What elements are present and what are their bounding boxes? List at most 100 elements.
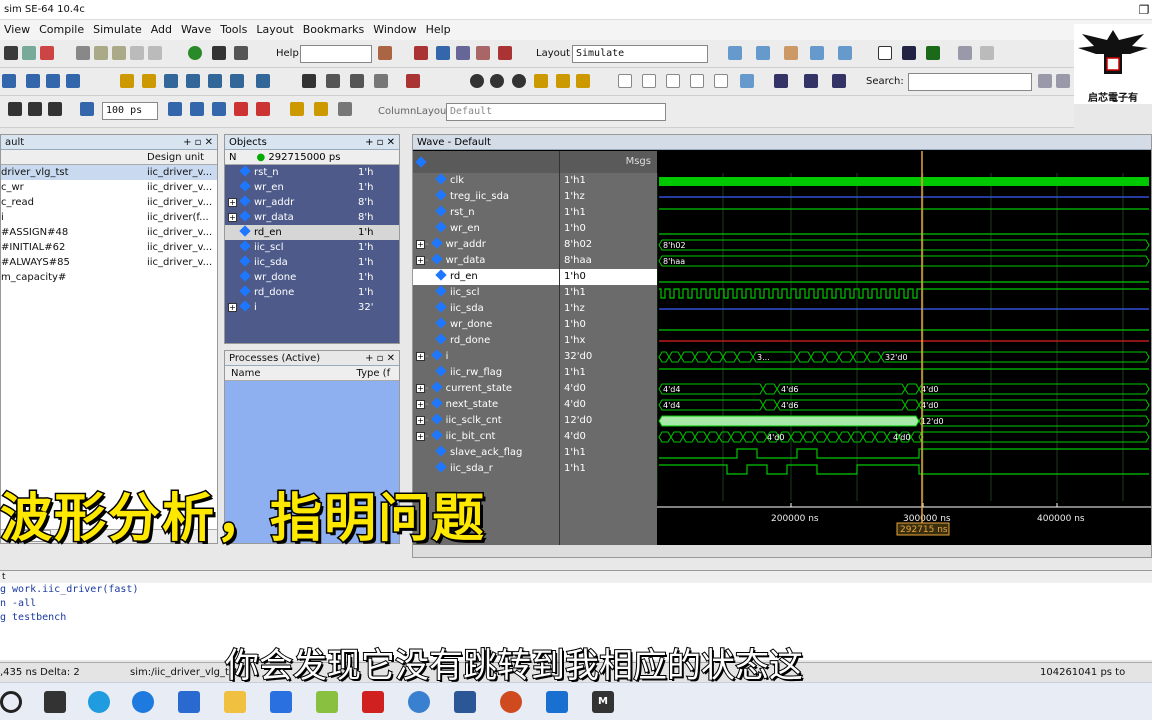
wave-signal-row[interactable]: rst_n [413, 205, 559, 221]
memory-icon[interactable] [290, 102, 304, 116]
object-row[interactable]: rd_en 1'h [225, 225, 399, 240]
word-icon[interactable] [454, 691, 476, 713]
app-photos-icon[interactable] [546, 691, 568, 713]
search-taskbar-icon[interactable] [0, 691, 22, 713]
expand-icon[interactable]: + [416, 240, 425, 249]
edge-find-icon[interactable] [832, 74, 846, 88]
up-icon[interactable] [2, 74, 16, 88]
up-arrow-icon[interactable] [8, 102, 22, 116]
design-unit-column[interactable]: Design unit [147, 152, 204, 163]
paste-icon[interactable] [112, 46, 126, 60]
step-into-icon[interactable] [120, 74, 134, 88]
undo-icon[interactable] [130, 46, 144, 60]
processes-name-column[interactable]: Name [231, 368, 261, 379]
wave-signal-row[interactable]: +- wr_addr [413, 237, 559, 253]
expand-icon[interactable]: + [228, 303, 237, 312]
wave-signal-row[interactable]: iic_scl [413, 285, 559, 301]
wave-signal-row[interactable]: rd_en [413, 269, 559, 285]
restore-icon[interactable]: ❐ [1136, 2, 1152, 18]
zoom-in-icon[interactable] [470, 74, 484, 88]
run-all-icon[interactable] [168, 102, 182, 116]
wave-signal-row[interactable]: treg_iic_sda [413, 189, 559, 205]
format-icon-3[interactable] [666, 74, 680, 88]
hier-icon-2[interactable] [46, 74, 60, 88]
expand-icon[interactable]: + [416, 416, 425, 425]
menu-item[interactable]: Compile [39, 20, 84, 40]
search-input[interactable] [908, 73, 1032, 91]
zoom-mode-icon[interactable] [326, 74, 340, 88]
cut-icon[interactable] [76, 46, 90, 60]
wave-signal-row[interactable]: +- next_state [413, 397, 559, 413]
wave-signal-row[interactable]: slave_ack_flag [413, 445, 559, 461]
reload-icon[interactable] [40, 46, 54, 60]
stop-sim-icon[interactable] [234, 102, 248, 116]
wave-signal-row[interactable]: +- current_state [413, 381, 559, 397]
mail-icon[interactable] [178, 691, 200, 713]
object-row[interactable]: wr_en 1'h [225, 180, 399, 195]
powerpoint-icon[interactable] [500, 691, 522, 713]
objects-controls-icon[interactable]: + ▫ ✕ [365, 135, 399, 150]
menu-item[interactable]: Add [151, 20, 172, 40]
sim-tree-row[interactable]: i iic_driver(f... [1, 210, 217, 225]
green-tool-icon[interactable] [926, 46, 940, 60]
wave-signal-row[interactable]: +- wr_data [413, 253, 559, 269]
wave-signal-row[interactable]: +- iic_bit_cnt [413, 429, 559, 445]
object-row[interactable]: iic_scl 1'h [225, 240, 399, 255]
panel-controls-icon[interactable]: + ▫ ✕ [183, 135, 217, 150]
edge-next-icon[interactable] [804, 74, 818, 88]
zoom-cursor-icon[interactable] [534, 74, 548, 88]
object-row[interactable]: rst_n 1'h [225, 165, 399, 180]
edge-prev-icon[interactable] [774, 74, 788, 88]
redo-icon[interactable] [148, 46, 162, 60]
compile-icon[interactable] [188, 46, 202, 60]
wave-root-icon[interactable] [415, 156, 427, 168]
object-row[interactable]: + wr_addr 8'h [225, 195, 399, 210]
format-icon-5[interactable] [714, 74, 728, 88]
wave-tool-icon-5[interactable] [838, 46, 852, 60]
menu-item[interactable]: Wave [181, 20, 211, 40]
modelsim-icon[interactable]: M [592, 691, 614, 713]
menu-item[interactable]: Simulate [93, 20, 142, 40]
sim-tree-row[interactable]: m_capacity# [1, 270, 217, 285]
forward-arrow-icon[interactable] [48, 102, 62, 116]
expand-icon[interactable]: + [416, 400, 425, 409]
step-icon-4[interactable] [186, 74, 200, 88]
menu-item[interactable]: Help [426, 20, 451, 40]
object-row[interactable]: + i 32' [225, 300, 399, 315]
file-explorer-icon[interactable] [224, 691, 246, 713]
zoom-out-icon[interactable] [490, 74, 504, 88]
wave-signal-row[interactable]: +- i [413, 349, 559, 365]
step-icon-5[interactable] [208, 74, 222, 88]
select-mode-icon[interactable] [302, 74, 316, 88]
format-icon-4[interactable] [690, 74, 704, 88]
object-row[interactable]: wr_done 1'h [225, 270, 399, 285]
wave-signal-row[interactable]: iic_rw_flag [413, 365, 559, 381]
sim-tree-row[interactable]: driver_vlg_tst iic_driver_v... [1, 165, 217, 180]
hier-icon-3[interactable] [66, 74, 80, 88]
hand-icon[interactable] [338, 102, 352, 116]
dataflow-icon[interactable] [314, 102, 328, 116]
waveform-canvas[interactable]: 8'h02 8'haa 3... 32'd0 4'd4 4'd6 4'd0 4'd4 4'd6 4… [657, 151, 1151, 545]
format-icon-1[interactable] [618, 74, 632, 88]
grid-tool-icon[interactable] [958, 46, 972, 60]
menu-item[interactable]: View [4, 20, 30, 40]
menu-item[interactable]: Layout [256, 20, 293, 40]
notepad-icon[interactable] [316, 691, 338, 713]
format-icon-2[interactable] [642, 74, 656, 88]
layout-select[interactable]: Simulate [572, 45, 708, 63]
pan-mode-icon[interactable] [350, 74, 364, 88]
wave-signal-row[interactable]: wr_done [413, 317, 559, 333]
wave-tool-icon-1[interactable] [728, 46, 742, 60]
expand-icon[interactable]: + [228, 213, 237, 222]
cursor-tool-icon[interactable] [878, 46, 892, 60]
app-k-icon[interactable] [270, 691, 292, 713]
step-over-icon[interactable] [142, 74, 156, 88]
help-search-icon[interactable] [378, 46, 392, 60]
find-icon[interactable] [212, 46, 226, 60]
help-input[interactable] [300, 45, 372, 63]
breakpoint-icon[interactable] [436, 46, 450, 60]
object-row[interactable]: + wr_data 8'h [225, 210, 399, 225]
objects-name-column[interactable]: N [229, 152, 236, 163]
sim-tree-row[interactable]: #ALWAYS#85 iic_driver_v... [1, 255, 217, 270]
run-icon[interactable] [80, 102, 94, 116]
